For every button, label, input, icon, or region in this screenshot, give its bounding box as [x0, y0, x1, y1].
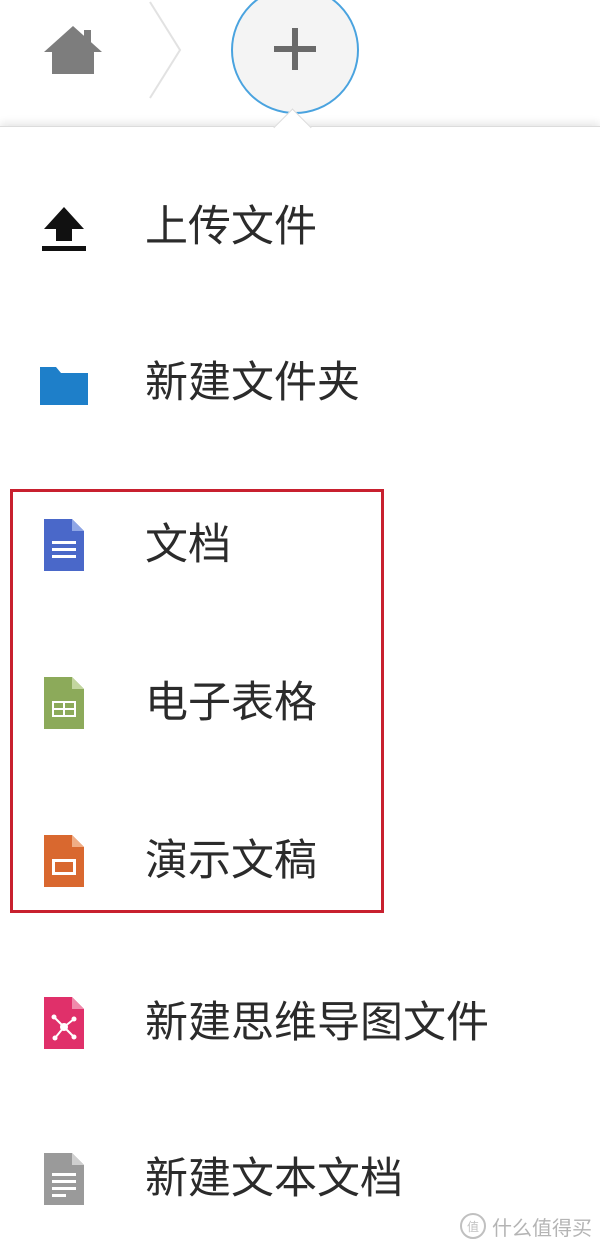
- add-button[interactable]: [231, 0, 359, 114]
- watermark-text: 什么值得买: [492, 1215, 592, 1240]
- menu-item-label: 新建思维导图文件: [145, 998, 489, 1048]
- menu-item-label: 文档: [145, 520, 231, 570]
- presentation-icon: [44, 835, 84, 887]
- home-icon: [44, 26, 102, 74]
- top-toolbar: [0, 0, 600, 124]
- upload-icon: [42, 207, 86, 251]
- home-button[interactable]: [40, 22, 106, 78]
- menu-item-label: 新建文本文档: [145, 1154, 403, 1204]
- menu-item-presentation[interactable]: 演示文稿: [0, 801, 600, 921]
- menu-item-upload-file[interactable]: 上传文件: [0, 167, 600, 287]
- text-file-icon: [44, 1153, 84, 1205]
- menu-item-document[interactable]: 文档: [0, 485, 600, 605]
- plus-icon: [274, 28, 316, 70]
- menu-item-label: 演示文稿: [145, 836, 317, 886]
- new-item-menu: 上传文件 新建文件夹 文档 电子表格 演示文稿 新建思维导图文件 新建文本文档: [0, 126, 600, 1248]
- mindmap-icon: [44, 997, 84, 1049]
- menu-item-label: 新建文件夹: [145, 358, 360, 408]
- spreadsheet-icon: [44, 677, 84, 729]
- menu-item-new-folder[interactable]: 新建文件夹: [0, 323, 600, 443]
- menu-item-spreadsheet[interactable]: 电子表格: [0, 643, 600, 763]
- menu-item-label: 上传文件: [145, 202, 317, 252]
- menu-item-label: 电子表格: [145, 678, 317, 728]
- watermark-logo-icon: 值: [460, 1213, 486, 1239]
- chevron-right-icon: [146, 0, 186, 100]
- document-icon: [44, 519, 84, 571]
- menu-item-new-mindmap[interactable]: 新建思维导图文件: [0, 963, 600, 1083]
- watermark: 值 什么值得买: [460, 1211, 592, 1241]
- folder-icon: [40, 367, 88, 405]
